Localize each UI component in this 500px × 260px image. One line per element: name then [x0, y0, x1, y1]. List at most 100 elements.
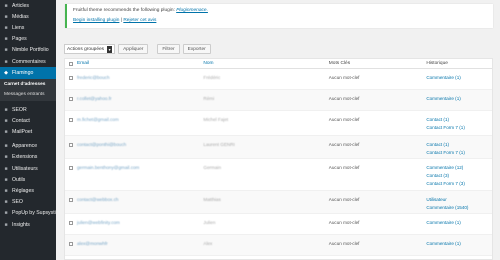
history-cell: Commentaire (1) [426, 96, 492, 103]
mail-icon: ■ [4, 117, 8, 124]
sidebar-item-popup-by-supsystic[interactable]: ■ PopUp by Supsystic [0, 208, 56, 219]
sidebar-item-mailpoet[interactable]: ■ MailPoet [0, 127, 56, 138]
submenu-carnet-adresses[interactable]: Carnet d'adresses [0, 80, 56, 90]
email-link[interactable]: germain.benthony@gmail.com [77, 165, 203, 170]
sidebar-item-label: Contact [12, 117, 30, 124]
sidebar-item-label: Utilisateurs [12, 165, 38, 172]
apply-button[interactable]: Appliquer [118, 44, 149, 54]
column-email[interactable]: Email [77, 61, 203, 66]
history-link[interactable]: Commentaire (1) [426, 74, 492, 82]
history-link[interactable]: Contact Form 7 (3) [426, 180, 492, 188]
notice-text: Fruitful theme recommends the following … [73, 8, 177, 13]
email-link[interactable]: contact@ponthi@bouch [77, 142, 203, 147]
history-link[interactable]: Contact (1) [426, 141, 492, 149]
row-checkbox[interactable] [69, 75, 73, 80]
sidebar-item-extensions[interactable]: ■ Extensions [0, 152, 56, 163]
plugin-icon: ■ [4, 154, 8, 161]
link-icon: ■ [4, 24, 8, 31]
keywords-value: Aucun mot-clef [328, 165, 360, 170]
row-checkbox[interactable] [69, 96, 73, 101]
history-link[interactable]: Contact (3) [426, 172, 492, 180]
sidebar-item-insights[interactable]: ■ Insights [0, 219, 56, 230]
media-icon: ■ [4, 13, 8, 20]
history-link[interactable]: Commentaire (1) [426, 95, 492, 103]
export-button[interactable]: Exporter [182, 44, 211, 54]
bulk-actions-select[interactable]: Actions groupées ▾ [64, 44, 116, 54]
email-link[interactable]: frederic@bouch [77, 75, 203, 80]
sidebar-item-m-dias[interactable]: ■ Médias [0, 11, 56, 22]
sidebar-item-nimble-portfolio[interactable]: ■ Nimble Portfolio [0, 45, 56, 56]
email-link[interactable]: contact@webbox.ch [77, 197, 203, 202]
sidebar-item-label: Outils [12, 176, 26, 183]
history-link[interactable]: Contact Form 7 (1) [426, 124, 492, 132]
history-cell: Commentaire (1) [426, 241, 492, 248]
history-link[interactable]: Contact (1) [426, 116, 492, 124]
sidebar-item-label: Médias [12, 13, 29, 20]
column-keywords: Mots Clés [328, 61, 351, 66]
history-link[interactable]: Commentaire (1540) [426, 204, 492, 212]
sidebar-item-seo[interactable]: ■ SEO [0, 197, 56, 208]
table-row: m.fichet@gmail.com Michel Fajet Aucun mot-… [65, 111, 492, 136]
email-link[interactable]: r.collet@yahoo.fr [77, 96, 203, 101]
contact-name: Frédéric [203, 75, 221, 80]
table-row: frederic@bouch Frédéric Aucun mot-clef Comm… [65, 69, 492, 90]
table-row: r.collet@yahoo.fr Rémi Aucun mot-clef Comme… [65, 90, 492, 111]
begin-installing-link[interactable]: Begin installing plugin [73, 18, 119, 23]
email-link[interactable]: m.fichet@gmail.com [77, 117, 203, 122]
seo-icon: ■ [4, 199, 8, 206]
dismiss-notice-link[interactable]: Rejeter cet avis [123, 18, 156, 23]
email-link[interactable]: alex@monwhfr [77, 241, 203, 246]
plugin-link[interactable]: Pluginmenace. [176, 8, 208, 13]
sidebar-item-seor[interactable]: ■ SEOR [0, 104, 56, 115]
sidebar-item-pages[interactable]: ■ Pages [0, 34, 56, 45]
sidebar-item-flamingo[interactable]: ◆ Flamingo [0, 67, 56, 80]
sidebar-item-outils[interactable]: ■ Outils [0, 174, 56, 185]
sidebar-item-utilisateurs[interactable]: ■ Utilisateurs [0, 163, 56, 174]
history-link[interactable]: Utilisateur [426, 196, 492, 204]
contact-name: Laurent GENRI [203, 142, 235, 147]
sidebar-item-label: Liens [12, 24, 25, 31]
flamingo-submenu: Carnet d'adresses Messages entrants [0, 79, 56, 102]
keywords-value: Aucun mot-clef [328, 117, 360, 122]
history-link[interactable]: Commentaire (12) [426, 164, 492, 172]
seo-icon: ■ [4, 106, 8, 113]
users-icon: ■ [4, 165, 8, 172]
keywords-value: Aucun mot-clef [328, 197, 360, 202]
row-checkbox[interactable] [69, 117, 73, 122]
sidebar-item-liens[interactable]: ■ Liens [0, 22, 56, 33]
submenu-messages-entrants[interactable]: Messages entrants [0, 90, 56, 100]
sidebar-item-contact[interactable]: ■ Contact [0, 115, 56, 126]
contact-name: Matthias [203, 197, 221, 202]
keywords-value: Aucun mot-clef [328, 96, 360, 101]
sidebar-item-r-glages[interactable]: ■ Réglages [0, 185, 56, 196]
sidebar-item-apparence[interactable]: ■ Apparence [0, 141, 56, 152]
sidebar-item-label: Extensions [12, 154, 38, 161]
sidebar-item-label: SEOR [12, 106, 27, 113]
pin-icon: ■ [4, 2, 8, 9]
select-all-checkbox[interactable] [69, 61, 73, 66]
history-link[interactable]: Commentaire (1) [426, 219, 492, 227]
history-cell: Commentaire (1) [426, 220, 492, 227]
contact-name: Michel Fajet [203, 117, 229, 122]
sidebar-item-label: Apparence [12, 143, 38, 150]
sidebar-item-commentaires[interactable]: ■ Commentaires [0, 56, 56, 67]
admin-sidebar: ■ Articles ■ Médias ■ Liens ■ Pages ■ Nimble Port… [0, 0, 56, 260]
column-name[interactable]: Nom [203, 61, 328, 66]
row-checkbox[interactable] [69, 197, 73, 202]
bulk-actions-bar: Actions groupées ▾ Appliquer Filtrer Exp… [64, 44, 211, 54]
history-link[interactable]: Commentaire (1) [426, 240, 492, 248]
table-row: germain.benthony@gmail.com Germain Aucun m… [65, 159, 492, 191]
history-link[interactable]: Contact Form 7 (1) [426, 149, 492, 157]
sidebar-item-label: MailPoet [12, 129, 33, 136]
row-checkbox[interactable] [69, 220, 73, 225]
keywords-value: Aucun mot-clef [328, 75, 360, 80]
email-link[interactable]: julien@webfinity.com [77, 220, 203, 225]
filter-button[interactable]: Filtrer [157, 44, 180, 54]
row-checkbox[interactable] [69, 241, 73, 246]
table-body: frederic@bouch Frédéric Aucun mot-clef Comm… [65, 69, 492, 256]
row-checkbox[interactable] [69, 142, 73, 147]
history-cell: Contact (1) Contact Form 7 (1) [426, 117, 492, 132]
bulk-actions-value: Actions groupées [67, 46, 105, 52]
sidebar-item-articles[interactable]: ■ Articles [0, 0, 56, 11]
row-checkbox[interactable] [69, 165, 73, 170]
